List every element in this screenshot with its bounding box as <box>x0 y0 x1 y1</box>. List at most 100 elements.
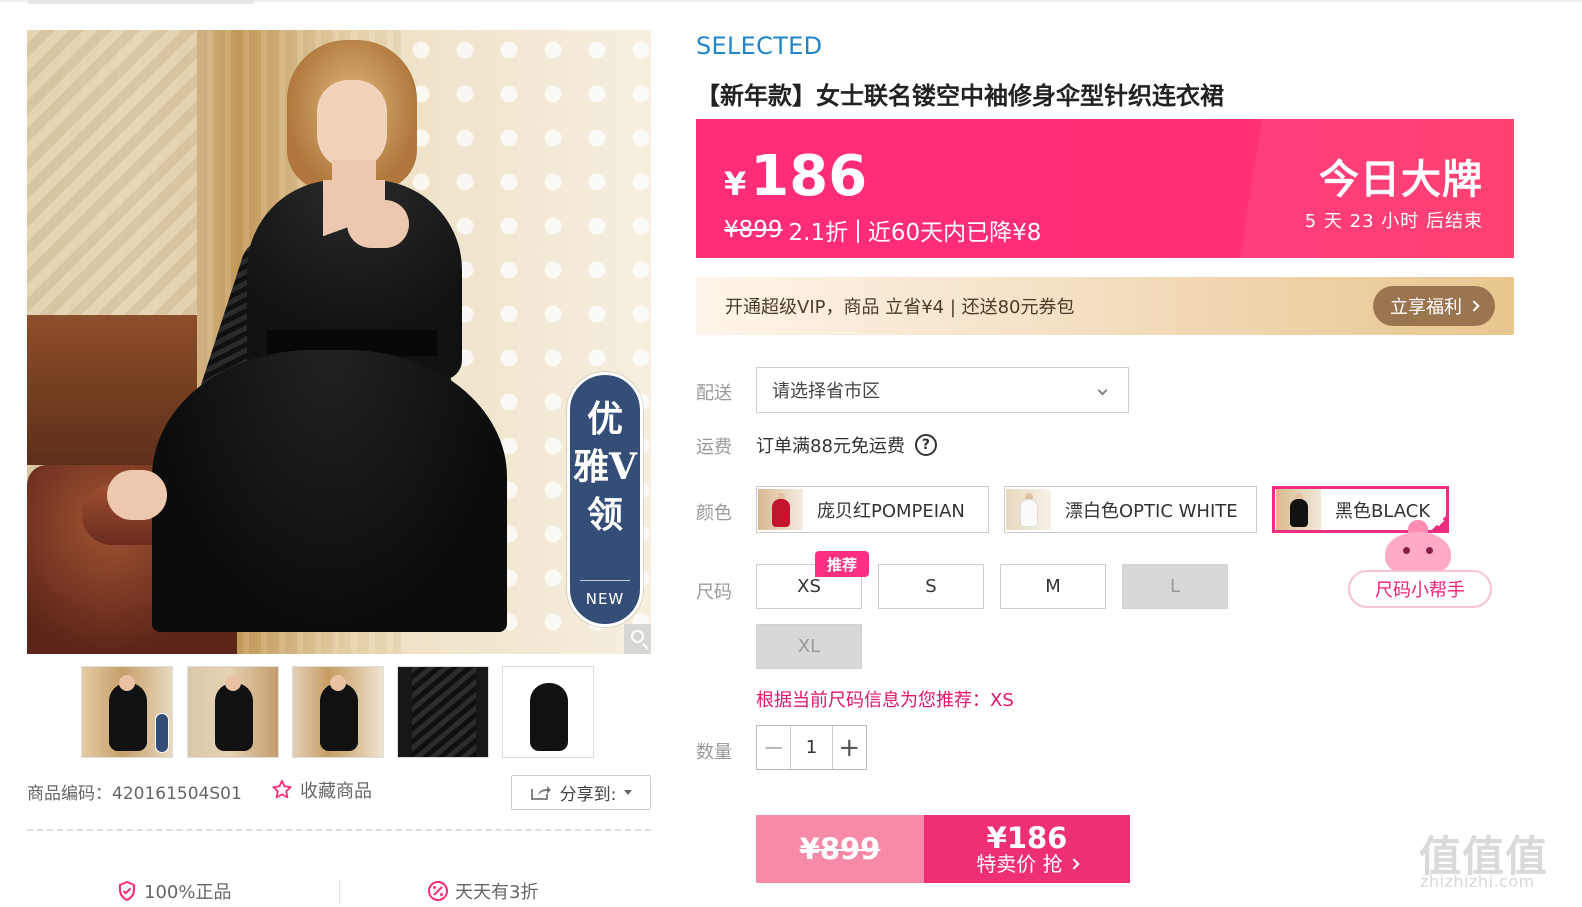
promo-badge: 优雅V领 NEW <box>567 372 643 627</box>
color-option-label: 庞贝红POMPEIAN <box>817 500 965 522</box>
purchase-original-price: ¥899 <box>756 815 924 883</box>
quantity-stepper: − 1 + <box>756 725 867 770</box>
model-face <box>317 80 387 170</box>
thumbnail-dress <box>412 667 476 757</box>
size-helper-button[interactable]: 尺码小帮手 <box>1348 570 1492 608</box>
authentic-guarantee: 100%正品 <box>116 878 231 904</box>
color-option-white[interactable]: 漂白色OPTIC WHITE <box>1004 486 1257 533</box>
swatch-model-dress <box>772 499 790 527</box>
size-option-l-disabled: L <box>1122 564 1228 609</box>
special-price: ¥186 <box>986 821 1068 856</box>
size-label: 尺码 <box>696 582 732 603</box>
thumbnail-4[interactable] <box>397 666 489 758</box>
quantity-plus-button[interactable]: + <box>833 726 866 769</box>
thumbnail-dress <box>109 675 147 751</box>
product-title: 【新年款】女士联名镂空中袖修身伞型针织连衣裙 <box>696 82 1224 110</box>
size-option-s[interactable]: S <box>878 564 984 609</box>
sku-value: 420161504S01 <box>112 784 242 804</box>
price-drop-note: 近60天内已降¥8 <box>867 220 1042 246</box>
color-label: 颜色 <box>696 503 732 524</box>
delivery-region-value: 请选择省市区 <box>772 381 880 402</box>
sku-label: 商品编码： <box>27 784 112 804</box>
chevron-down-icon <box>1097 385 1108 395</box>
quantity-value[interactable]: 1 <box>790 726 833 769</box>
current-price-value: 186 <box>750 144 868 209</box>
thumbnail-dress <box>215 675 253 751</box>
dress-skirt <box>152 350 507 632</box>
vip-promo-bar: 开通超级VIP，商品 立省¥4 | 还送80元券包 立享福利 <box>696 277 1514 335</box>
thumbnail-dress <box>320 675 358 751</box>
share-dropdown[interactable]: 分享到: <box>511 775 651 810</box>
color-swatch-red <box>758 489 803 530</box>
quantity-label: 数量 <box>696 742 732 763</box>
swatch-model-dress <box>1020 499 1038 527</box>
size-option-xl-disabled: XL <box>756 624 862 669</box>
campaign-countdown: 5 天 23 小时 后结束 <box>1304 211 1483 232</box>
thumbnail-5[interactable] <box>502 666 594 758</box>
discount-icon <box>427 880 449 902</box>
color-option-label: 黑色BLACK <box>1335 500 1431 522</box>
vip-promo-text: 开通超级VIP，商品 立省¥4 | 还送80元券包 <box>725 297 1075 318</box>
shipping-info: 订单满88元免运费 ? <box>756 432 937 458</box>
magnifier-icon <box>631 630 644 643</box>
quantity-minus-button[interactable]: − <box>757 726 790 769</box>
promise-label: 100%正品 <box>144 882 232 903</box>
delivery-region-select[interactable]: 请选择省市区 <box>756 367 1129 413</box>
thumbnail-badge <box>155 713 169 753</box>
promo-badge-title: 优雅V领 <box>573 398 637 536</box>
star-icon <box>270 778 294 802</box>
brand-name[interactable]: SELECTED <box>696 32 822 60</box>
thumbnail-2[interactable] <box>187 666 279 758</box>
thumbnail-1[interactable] <box>81 666 173 758</box>
watermark-domain: zhizhizhi.com <box>1420 872 1535 891</box>
model-right-hand <box>347 200 409 248</box>
share-label: 分享到: <box>559 785 617 805</box>
main-product-image[interactable]: 优雅V领 NEW <box>27 30 651 654</box>
favorite-button[interactable]: 收藏商品 <box>270 777 372 803</box>
original-price: ¥899 <box>724 217 783 243</box>
buy-now-button[interactable]: ¥899 ¥186 特卖价 抢 <box>756 815 1130 883</box>
daily-discount: 天天有3折 <box>427 878 538 904</box>
currency-symbol: ¥ <box>724 165 747 203</box>
sku-code: 商品编码：420161504S01 <box>27 779 242 804</box>
color-option-label: 漂白色OPTIC WHITE <box>1065 500 1238 522</box>
swatch-model-dress <box>1290 499 1308 527</box>
discount-rate: 2.1折 <box>788 220 849 246</box>
chevron-right-icon <box>1468 300 1480 312</box>
shield-icon <box>116 880 138 902</box>
model-left-hand <box>107 470 167 520</box>
price-banner: ¥ 186 ¥899 2.1折 | 近60天内已降¥8 今日大牌 5 天 23 … <box>696 119 1514 258</box>
recommended-size-badge: 推荐 <box>815 551 869 577</box>
help-icon[interactable]: ? <box>914 434 937 456</box>
color-option-pompeian[interactable]: 庞贝红POMPEIAN <box>756 486 989 533</box>
share-icon <box>530 785 552 801</box>
thumbnail-dress <box>530 683 568 751</box>
special-price-label: 特卖价 抢 <box>976 851 1063 876</box>
promise-divider <box>339 880 340 904</box>
shipping-value: 订单满88元免运费 <box>756 436 905 457</box>
shipping-label: 运费 <box>696 437 732 458</box>
price-separator: | <box>854 217 862 243</box>
chevron-right-icon <box>1068 858 1080 870</box>
watermark-logo: 值值值 <box>1419 832 1549 881</box>
size-option-m[interactable]: M <box>1000 564 1106 609</box>
top-tab-indicator <box>28 0 254 4</box>
delivery-label: 配送 <box>696 383 732 404</box>
price-details: ¥899 2.1折 | 近60天内已降¥8 <box>724 213 1041 247</box>
current-price: ¥ 186 <box>724 144 867 209</box>
special-price-action: 特卖价 抢 <box>976 851 1080 876</box>
promise-label: 天天有3折 <box>455 882 539 903</box>
thumbnail-3[interactable] <box>292 666 384 758</box>
size-recommendation: 根据当前尺码信息为您推荐：XS <box>756 690 1014 711</box>
special-price-button[interactable]: ¥186 特卖价 抢 <box>924 815 1130 883</box>
color-swatch-black <box>1276 489 1321 530</box>
dashed-separator <box>27 829 651 831</box>
campaign-title: 今日大牌 <box>1319 156 1483 203</box>
zoom-button[interactable] <box>624 624 651 654</box>
caret-down-icon <box>624 790 633 795</box>
vip-benefit-button[interactable]: 立享福利 <box>1373 286 1495 326</box>
promo-badge-divider <box>580 580 630 581</box>
vip-benefit-label: 立享福利 <box>1390 297 1462 318</box>
color-swatch-white <box>1006 489 1051 530</box>
favorite-label: 收藏商品 <box>300 781 372 802</box>
